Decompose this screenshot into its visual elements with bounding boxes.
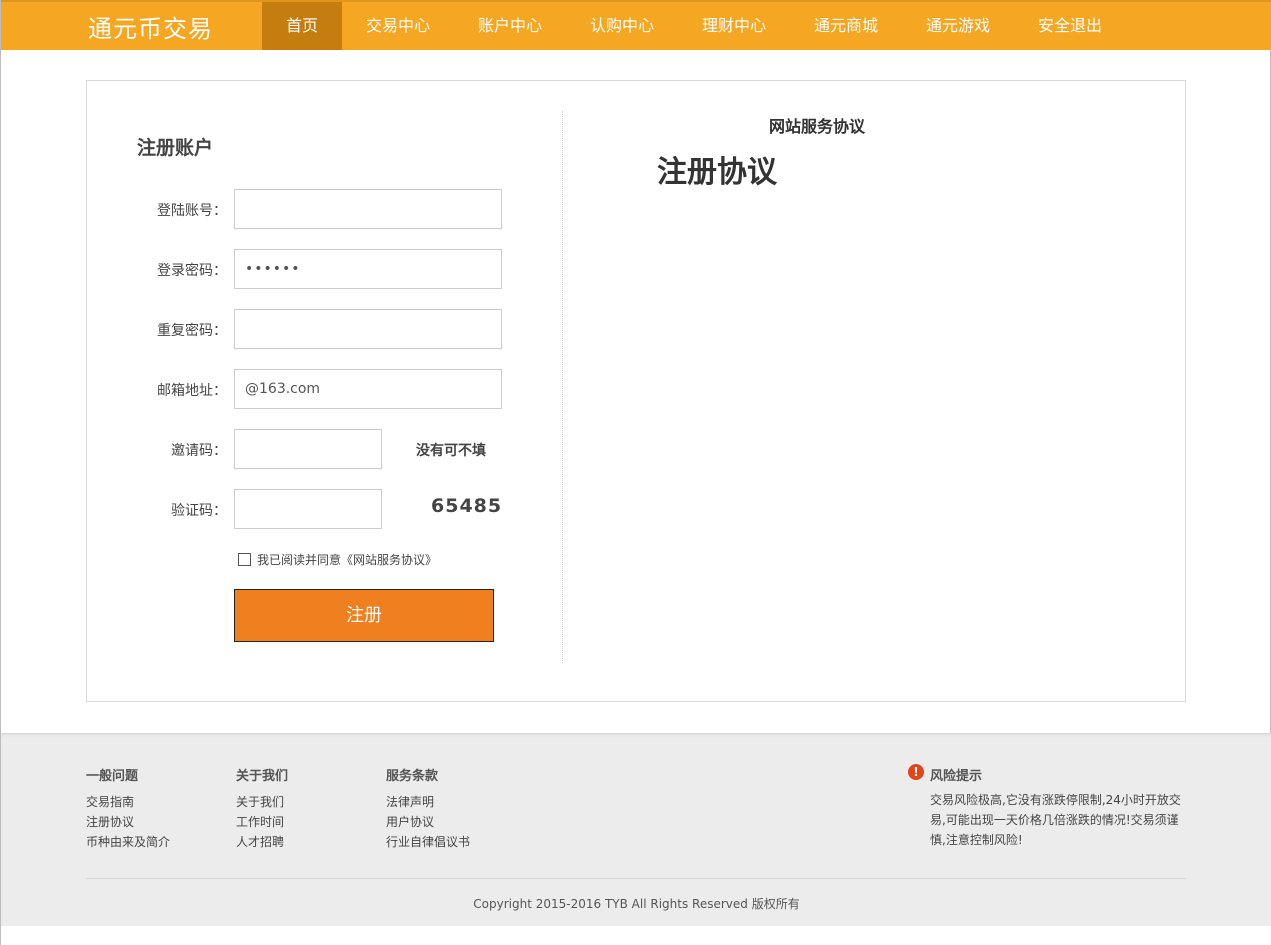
nav-subscribe-center[interactable]: 认购中心 [566,2,678,50]
footer-link[interactable]: 关于我们 [236,792,288,812]
risk-text: 交易风险极高,它没有涨跌停限制,24小时开放交易,可能出现一天价格几倍涨跌的情况… [930,793,1181,847]
warning-icon: ! [908,764,924,780]
top-nav-bar: 通元币交易 首页 交易中心 账户中心 认购中心 理财中心 通元商城 通元游戏 安… [1,0,1271,50]
captcha-code[interactable]: 65485 [431,495,502,517]
repeat-password-label: 重复密码： [157,323,227,339]
captcha-input[interactable] [234,489,382,529]
nav-games[interactable]: 通元游戏 [902,2,1014,50]
footer-col-title: 服务条款 [386,769,439,784]
footer-link[interactable]: 行业自律倡议书 [386,832,470,852]
invite-input[interactable] [234,429,382,469]
invite-hint: 没有可不填 [416,443,486,459]
footer-link[interactable]: 法律声明 [386,792,470,812]
nav-home[interactable]: 首页 [262,2,342,50]
footer-col-title: 一般问题 [86,769,139,784]
footer-col-title: 关于我们 [236,769,289,784]
panel-divider [562,111,563,663]
account-input[interactable] [234,189,502,229]
copyright: Copyright 2015-2016 TYB All Rights Reser… [473,897,800,911]
main-nav: 首页 交易中心 账户中心 认购中心 理财中心 通元商城 通元游戏 安全退出 [262,2,1126,50]
password-input[interactable]: •••••• [234,249,502,289]
footer: 一般问题 交易指南 注册协议 币种由来及简介 关于我们 关于我们 工作时间 人才… [1,733,1271,926]
footer-link[interactable]: 交易指南 [86,792,170,812]
nav-finance-center[interactable]: 理财中心 [678,2,790,50]
footer-link[interactable]: 工作时间 [236,812,288,832]
account-label: 登陆账号： [157,203,227,219]
repeat-password-input[interactable] [234,309,502,349]
footer-col-about: 关于我们 关于我们 工作时间 人才招聘 [236,765,288,852]
nav-account-center[interactable]: 账户中心 [454,2,566,50]
risk-title: 风险提示 [930,769,983,784]
footer-link[interactable]: 用户协议 [386,812,470,832]
agreement-title: 注册协议 [657,155,777,190]
footer-col-terms: 服务条款 法律声明 用户协议 行业自律倡议书 [386,765,470,852]
footer-divider [86,878,1186,879]
agreement-heading: 网站服务协议 [769,117,866,136]
bottom-strip [1,926,1271,945]
email-input[interactable]: @163.com [234,369,502,409]
register-button[interactable]: 注册 [234,589,494,642]
invite-label: 邀请码： [171,443,227,459]
nav-trade-center[interactable]: 交易中心 [342,2,454,50]
email-label: 邮箱地址： [157,383,227,399]
footer-link[interactable]: 人才招聘 [236,832,288,852]
captcha-label: 验证码： [171,503,227,519]
footer-link[interactable]: 注册协议 [86,812,170,832]
register-title: 注册账户 [137,137,214,159]
agree-checkbox[interactable] [238,553,251,566]
footer-link[interactable]: 币种由来及简介 [86,832,170,852]
agree-label[interactable]: 我已阅读并同意《网站服务协议》 [257,551,437,568]
nav-mall[interactable]: 通元商城 [790,2,902,50]
register-panel: 注册账户 登陆账号： 登录密码： •••••• 重复密码： 邮箱地址： @163… [86,80,1186,702]
brand-logo[interactable]: 通元币交易 [88,9,213,44]
nav-logout[interactable]: 安全退出 [1014,2,1126,50]
password-label: 登录密码： [157,263,227,279]
footer-col-general: 一般问题 交易指南 注册协议 币种由来及简介 [86,765,170,852]
